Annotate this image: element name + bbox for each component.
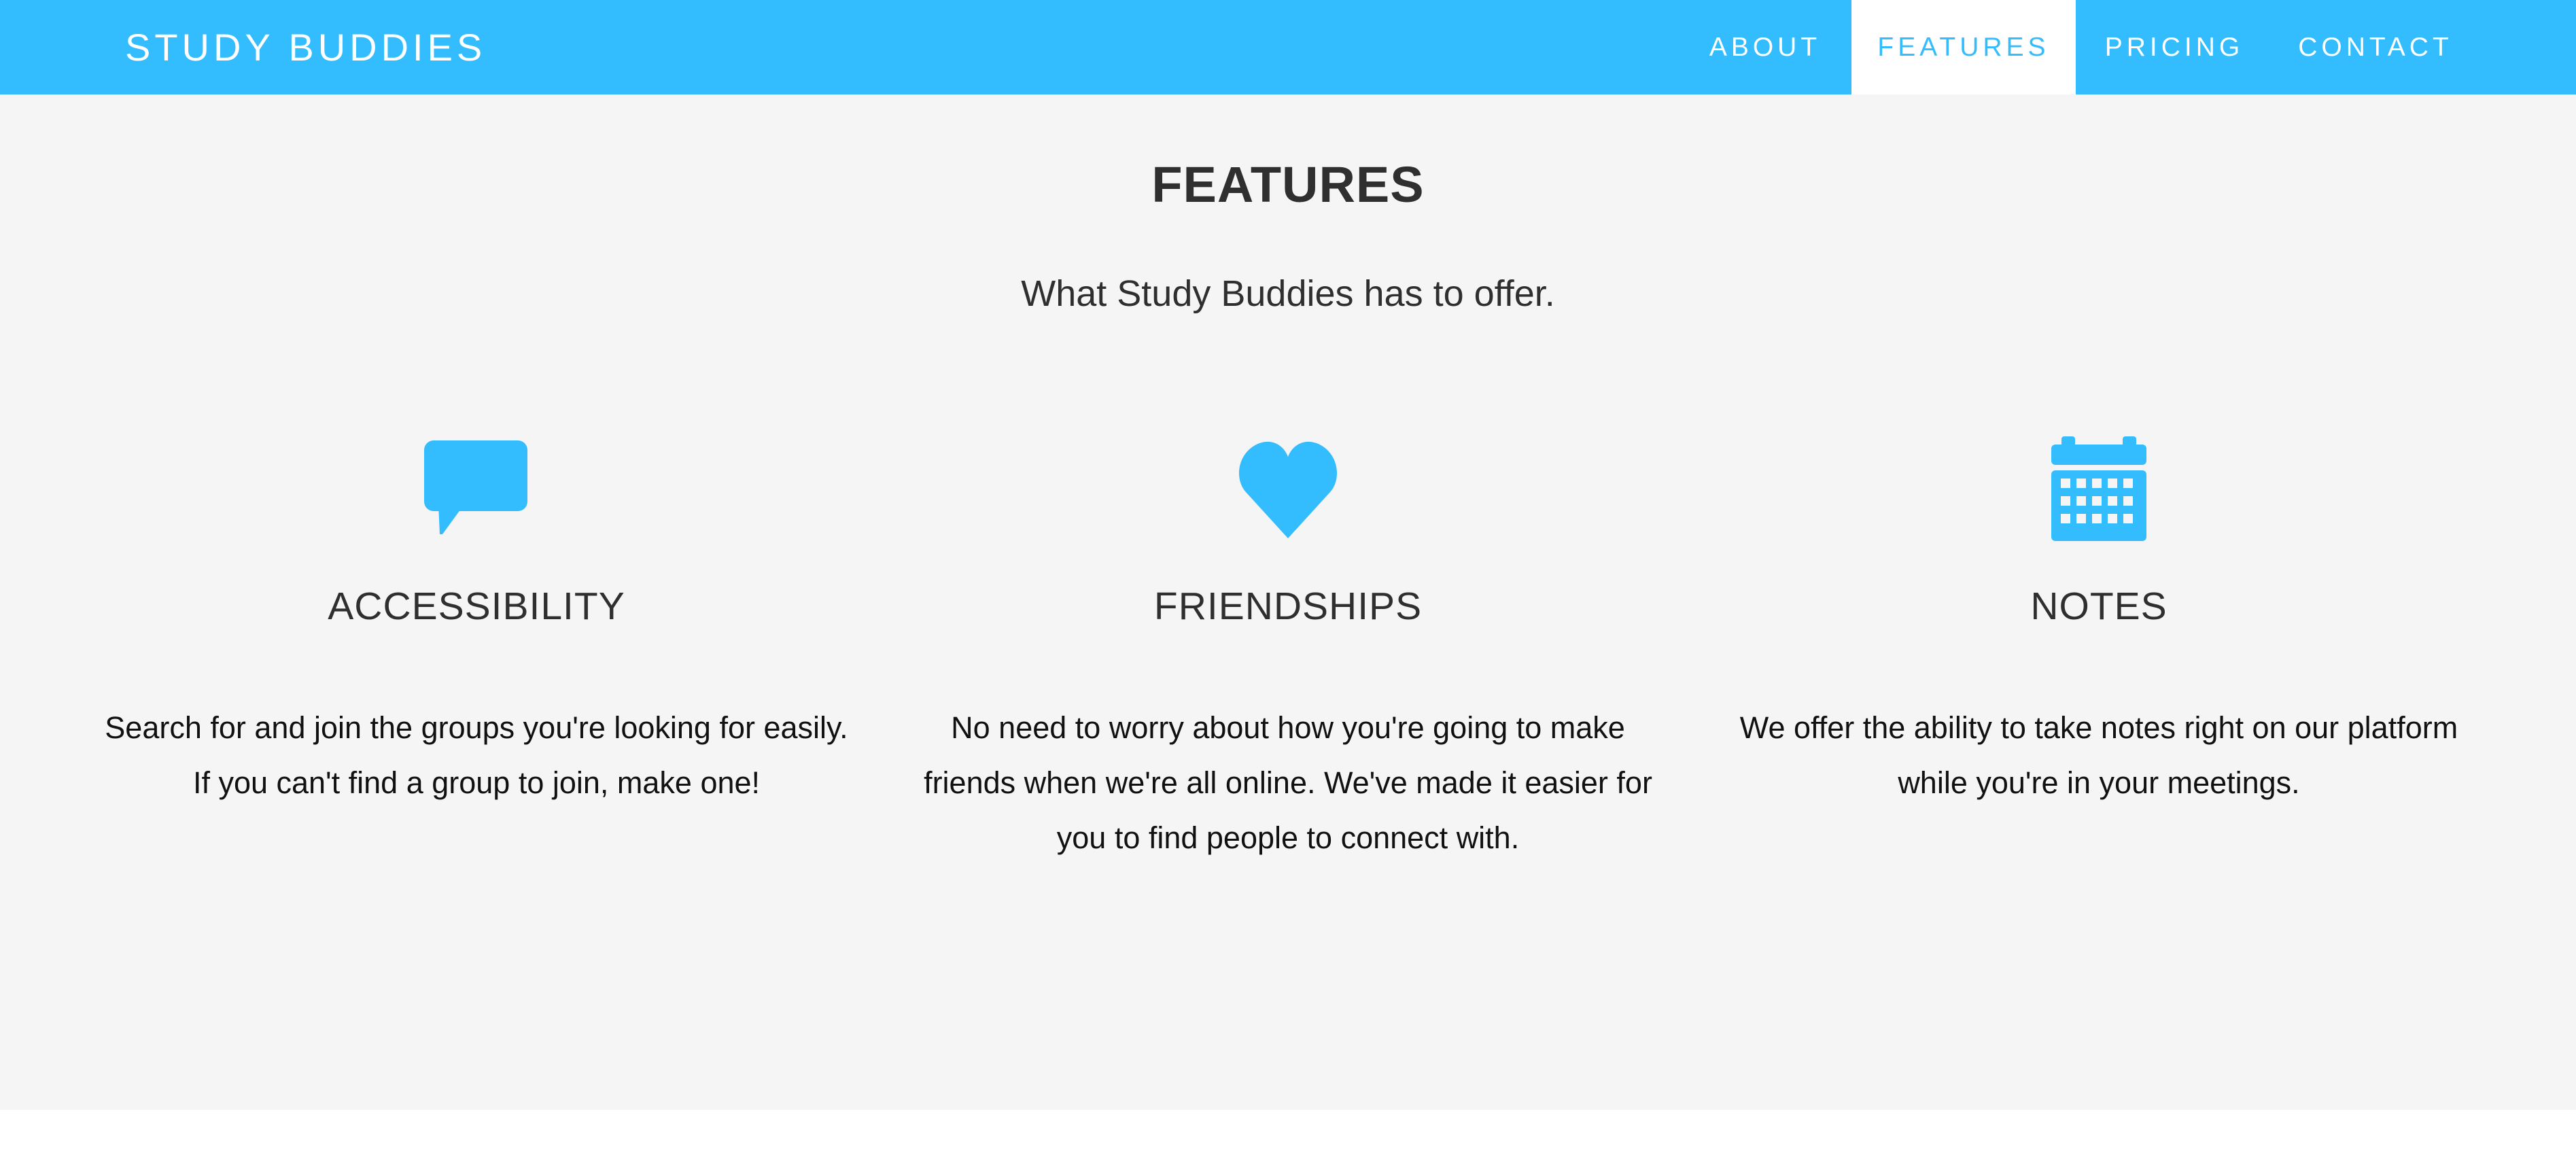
nav-contact[interactable]: CONTACT: [2273, 0, 2478, 94]
brand-logo[interactable]: STUDY BUDDIES: [125, 0, 486, 94]
feature-title: FRIENDSHIPS: [1153, 585, 1423, 628]
feature-description: We offer the ability to take notes right…: [1739, 710, 2458, 800]
navbar: STUDY BUDDIES ABOUT FEATURES PRICING CON…: [0, 0, 2576, 94]
features-section: FEATURES What Study Buddies has to offer…: [0, 94, 2576, 1110]
feature-friendships: FRIENDSHIPS No need to worry about how y…: [901, 436, 1675, 865]
feature-description: No need to worry about how you're going …: [924, 710, 1652, 855]
calendar-icon: [2051, 436, 2146, 541]
feature-title: NOTES: [2030, 585, 2168, 628]
section-title: FEATURES: [1151, 156, 1425, 213]
section-subtitle: What Study Buddies has to offer.: [1021, 273, 1555, 314]
nav-about[interactable]: ABOUT: [1682, 0, 1849, 94]
comment-icon: [424, 440, 527, 534]
feature-title: ACCESSIBILITY: [328, 585, 625, 628]
nav-pricing[interactable]: PRICING: [2076, 0, 2273, 94]
feature-accessibility: ACCESSIBILITY Search for and join the gr…: [89, 436, 864, 810]
heart-icon: [1238, 441, 1338, 538]
nav-features[interactable]: FEATURES: [1851, 0, 2076, 94]
feature-notes: NOTES We offer the ability to take notes…: [1711, 436, 2486, 810]
feature-description: Search for and join the groups you're lo…: [105, 710, 848, 800]
